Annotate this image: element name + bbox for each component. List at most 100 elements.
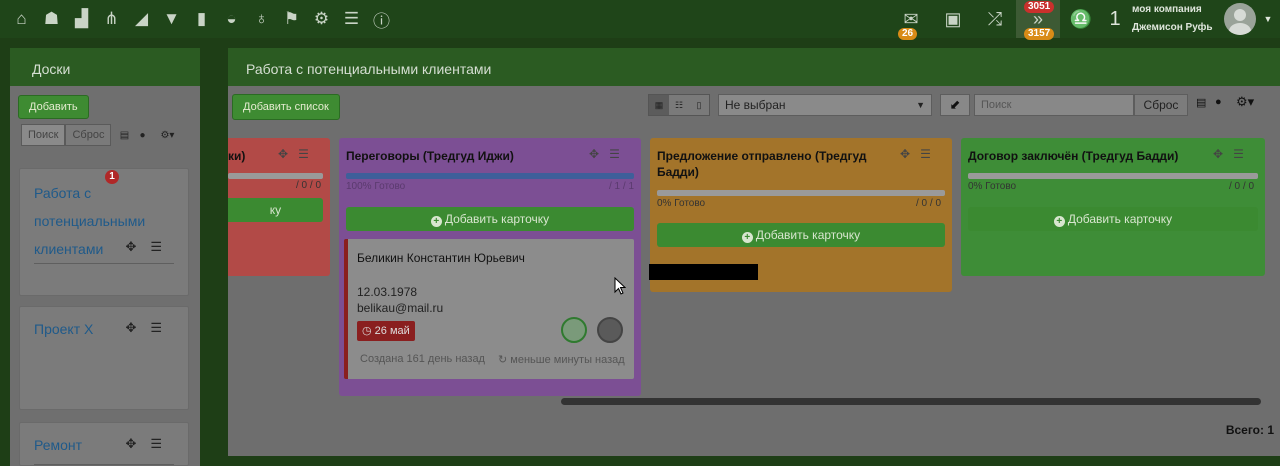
sidebar-tools: Поиск Сброс ▤ ● ⚙▾ bbox=[21, 124, 179, 146]
horizontal-scrollbar[interactable] bbox=[561, 398, 1261, 405]
move-icon[interactable]: ✥ bbox=[900, 147, 910, 161]
add-list-button[interactable]: Добавить список bbox=[232, 94, 340, 120]
print-icon[interactable]: ▤ bbox=[115, 130, 133, 141]
progress-count: / 0 / 0 bbox=[916, 198, 942, 209]
info-icon[interactable]: ● bbox=[1215, 96, 1222, 108]
info-icon[interactable]: ⓘ bbox=[367, 0, 396, 38]
watcher-avatar[interactable] bbox=[597, 317, 623, 343]
list-icon[interactable]: ☰ bbox=[337, 0, 366, 38]
settings-icon[interactable]: ⚙▾ bbox=[155, 130, 179, 141]
sliders-icon[interactable]: ☰ bbox=[298, 147, 309, 161]
search-tab[interactable]: Поиск bbox=[21, 124, 66, 146]
sliders-icon[interactable]: ☰ bbox=[609, 147, 620, 161]
money-bag-icon[interactable]: ♁ bbox=[247, 0, 276, 38]
sliders-icon[interactable]: ☰ bbox=[150, 239, 162, 255]
gear-icon[interactable]: ⚙ bbox=[307, 0, 336, 38]
sliders-icon[interactable]: ☰ bbox=[150, 436, 162, 452]
created-time: Создана 161 день назад bbox=[360, 353, 485, 365]
column-contract-signed: Договор заключён (Тредгуд Бадди) ✥ ☰ 0% … bbox=[961, 138, 1265, 276]
chevron-down-icon[interactable]: ▼ bbox=[1256, 14, 1280, 24]
settings-icon[interactable]: ⚙▾ bbox=[1236, 94, 1254, 110]
progress-bar bbox=[346, 173, 634, 179]
progress-bar bbox=[228, 173, 323, 179]
factory-icon[interactable]: ▟ bbox=[67, 0, 96, 38]
user-avatar[interactable] bbox=[1224, 3, 1256, 35]
mail-badge: 26 bbox=[898, 28, 918, 40]
search-input[interactable]: Поиск bbox=[974, 94, 1134, 116]
card-email: belikau@mail.ru bbox=[357, 301, 444, 315]
user-info[interactable]: моя компания Джемисон Руфь bbox=[1128, 1, 1220, 37]
board-item[interactable]: Ремонт ✥ ☰ bbox=[19, 422, 189, 466]
notif-badge-top: 3051 bbox=[1024, 1, 1055, 13]
clock-icon: ◷ bbox=[362, 325, 372, 337]
drag-placeholder bbox=[650, 264, 758, 280]
card-name: Беликин Константин Юрьевич bbox=[357, 251, 525, 265]
headset-icon[interactable]: ♎ bbox=[1060, 0, 1102, 38]
briefcase-icon[interactable]: ▣ bbox=[932, 0, 974, 38]
move-icon[interactable]: ✥ bbox=[125, 436, 136, 452]
column-proposal-sent: Предложение отправлено (Тредгуд Бадди) ✥… bbox=[650, 138, 952, 292]
sliders-icon[interactable]: ☰ bbox=[150, 320, 162, 336]
chart-view-icon[interactable]: ▯ bbox=[689, 95, 709, 115]
sliders-icon[interactable]: ☰ bbox=[920, 147, 931, 161]
move-icon[interactable]: ✥ bbox=[278, 147, 288, 161]
reset-tab[interactable]: Сброс bbox=[65, 124, 112, 146]
board-title[interactable]: Проект X bbox=[20, 307, 188, 343]
cursor-icon bbox=[614, 277, 626, 295]
reset-button[interactable]: Сброс bbox=[1134, 94, 1188, 116]
divider bbox=[34, 263, 174, 264]
board-item[interactable]: 1 Работа с потенциальными клиентами ✥ ☰ bbox=[19, 168, 189, 296]
chevron-down-icon: ▼ bbox=[916, 100, 925, 110]
top-navbar: ⌂ ☗ ▟ ⋔ ◢ ▼ ▮ ◒ ♁ ⚑ ⚙ ☰ ⓘ ✉ 26 ▣ ⤮ » 305… bbox=[0, 0, 1280, 40]
filter-icon[interactable]: ▼ bbox=[157, 0, 186, 38]
progress-text: 0% Готово bbox=[657, 198, 706, 209]
grid-view-icon[interactable]: ▦ bbox=[649, 95, 669, 115]
filter-select[interactable]: Не выбран ▼ bbox=[718, 94, 932, 116]
info-icon[interactable]: ● bbox=[133, 130, 151, 141]
plus-icon: + bbox=[741, 232, 753, 243]
mail-icon[interactable]: ✉ 26 bbox=[890, 0, 932, 40]
sales-chart-icon[interactable]: ◢ bbox=[127, 0, 156, 38]
progress-count: / 1 / 1 bbox=[609, 181, 635, 192]
home-icon[interactable]: ⌂ bbox=[7, 0, 36, 38]
add-card-button[interactable]: + Добавить карточку bbox=[346, 207, 634, 231]
board-title[interactable]: Ремонт bbox=[20, 423, 188, 459]
progress-text: 100% Готово bbox=[346, 181, 406, 192]
hat-icon[interactable]: ◒ bbox=[217, 0, 246, 38]
move-icon[interactable]: ✥ bbox=[125, 320, 136, 336]
notifications-icon[interactable]: » 3051 3157 bbox=[1016, 0, 1060, 40]
collapse-arrow-button[interactable]: ⬋ bbox=[940, 94, 970, 116]
notif-badge-bottom: 3157 bbox=[1024, 28, 1055, 40]
select-value: Не выбран bbox=[725, 98, 786, 112]
progress-bar bbox=[968, 173, 1258, 179]
shuffle-icon[interactable]: ⤮ bbox=[974, 0, 1016, 38]
move-icon[interactable]: ✥ bbox=[1213, 147, 1223, 161]
board-item[interactable]: Проект X ✥ ☰ bbox=[19, 306, 189, 410]
move-icon[interactable]: ✥ bbox=[125, 239, 136, 255]
add-board-button[interactable]: Добавить bbox=[18, 95, 89, 119]
progress-count: / 0 / 0 bbox=[1229, 181, 1255, 192]
contacts-icon[interactable]: ☗ bbox=[37, 0, 66, 38]
structure-icon[interactable]: ⋔ bbox=[97, 0, 126, 38]
boards-sidebar: Доски Добавить Поиск Сброс ▤ ● ⚙▾ 1 Рабо… bbox=[10, 48, 200, 466]
lead-card[interactable]: Беликин Константин Юрьевич 12.03.1978 be… bbox=[344, 239, 634, 379]
plus-icon: + bbox=[430, 216, 442, 227]
total-count: Всего: 1 bbox=[1225, 423, 1274, 437]
add-card-button[interactable]: + Добавить карточку bbox=[657, 223, 945, 247]
board-title: Работа с потенциальными клиентами bbox=[228, 48, 1280, 86]
column-title: Предложение отправлено (Тредгуд Бадди) bbox=[657, 149, 867, 179]
add-card-button[interactable]: ку bbox=[228, 198, 323, 222]
assignee-avatar[interactable] bbox=[561, 317, 587, 343]
counter-value[interactable]: 1 bbox=[1102, 8, 1128, 31]
progress-text: 0% Готово bbox=[968, 181, 1017, 192]
print-icon[interactable]: ▤ bbox=[1196, 96, 1206, 109]
list-view-icon[interactable]: ☷ bbox=[669, 95, 689, 115]
sliders-icon[interactable]: ☰ bbox=[1233, 147, 1244, 161]
bar-chart-icon[interactable]: ▮ bbox=[187, 0, 216, 38]
add-card-button[interactable]: + Добавить карточку bbox=[968, 207, 1258, 231]
flag-icon[interactable]: ⚑ bbox=[277, 0, 306, 38]
sidebar-title: Доски bbox=[10, 48, 200, 86]
move-icon[interactable]: ✥ bbox=[589, 147, 599, 161]
divider bbox=[34, 464, 174, 465]
board-badge: 1 bbox=[105, 170, 119, 184]
